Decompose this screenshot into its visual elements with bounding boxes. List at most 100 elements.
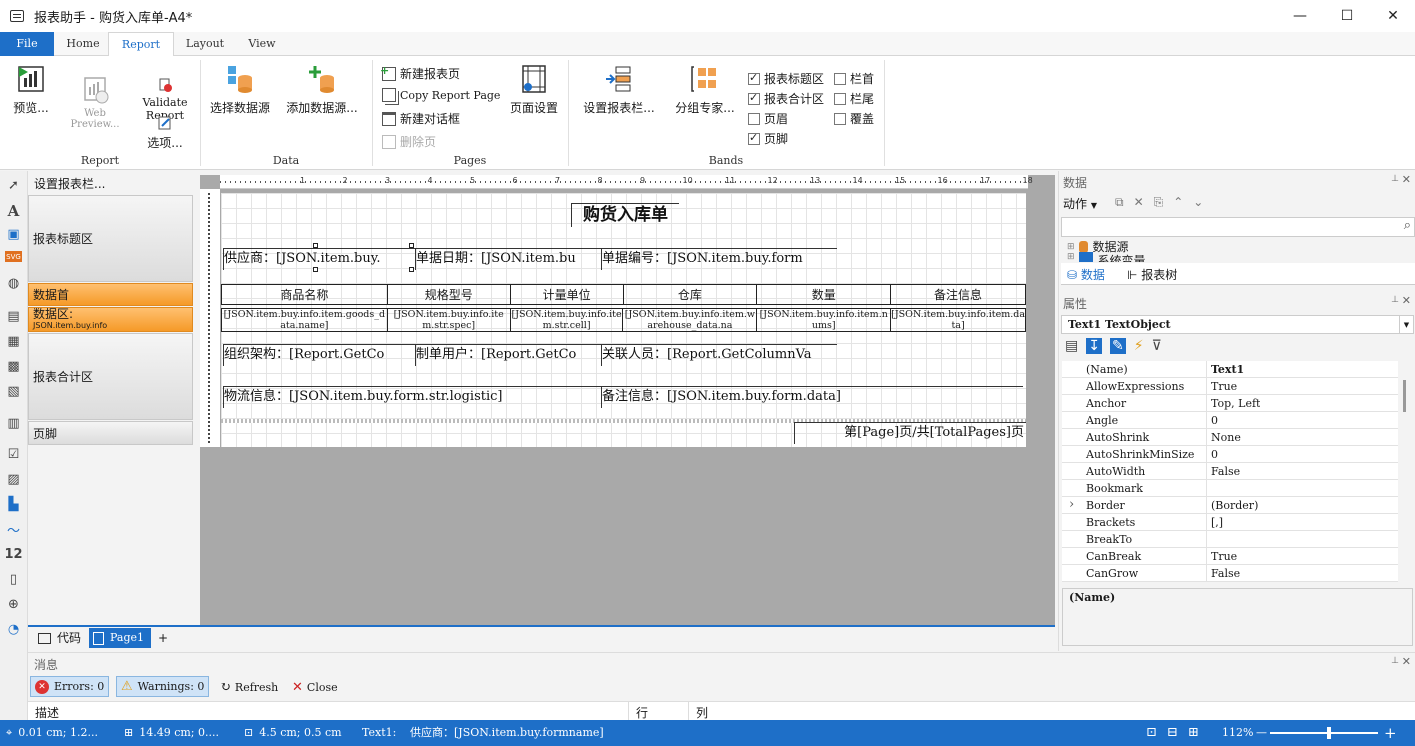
column-header[interactable]: 备注信息 bbox=[890, 284, 1026, 305]
property-value[interactable]: False bbox=[1207, 567, 1240, 580]
new-page-button[interactable]: + 新建报表页 bbox=[380, 64, 460, 82]
tab-data[interactable]: ⛁ 数据 bbox=[1067, 266, 1105, 283]
band-report-summary[interactable]: 报表合计区 bbox=[28, 333, 193, 420]
band-data-header[interactable]: 数据首 bbox=[28, 283, 193, 306]
selection-handle[interactable] bbox=[313, 267, 318, 272]
events-icon[interactable]: ⚡ bbox=[1134, 338, 1144, 354]
expand-icon[interactable]: ⊞ bbox=[1067, 252, 1075, 262]
crosstab-icon[interactable]: ▧ bbox=[5, 383, 22, 400]
tab-report-tree[interactable]: ⊩ 报表树 bbox=[1127, 266, 1177, 283]
column-header-column[interactable]: 列 bbox=[696, 704, 708, 721]
close-messages-button[interactable]: ✕ Close bbox=[292, 677, 338, 697]
tab-layout[interactable]: Layout bbox=[176, 32, 234, 56]
page-number-field[interactable]: 第[Page]页/共[TotalPages]页 bbox=[794, 422, 1026, 444]
property-row[interactable]: CanGrow False bbox=[1062, 564, 1398, 582]
gauge-icon[interactable]: ◔ bbox=[5, 621, 22, 638]
properties-icon[interactable]: ✎ bbox=[1109, 338, 1126, 354]
logistics-field[interactable]: 物流信息：[JSON.item.buy.form.str.logistic] bbox=[223, 386, 601, 408]
column-header[interactable]: 商品名称 bbox=[221, 284, 388, 305]
svg-icon[interactable]: SVG bbox=[5, 251, 22, 262]
property-value[interactable]: [,] bbox=[1207, 516, 1223, 529]
property-value[interactable]: False bbox=[1207, 465, 1240, 478]
zoom-slider[interactable] bbox=[1270, 732, 1378, 734]
supplier-field[interactable]: 供应商：[JSON.item.buy. bbox=[223, 248, 415, 270]
warnings-filter-button[interactable]: ⚠ Warnings: 0 bbox=[116, 676, 210, 697]
property-value[interactable]: True bbox=[1207, 550, 1237, 563]
related-field[interactable]: 关联人员：[Report.GetColumnVa bbox=[601, 344, 837, 366]
zoom-fit-page-icon[interactable]: ⊡ bbox=[1146, 720, 1157, 746]
property-value[interactable]: True bbox=[1207, 380, 1237, 393]
maximize-button[interactable]: ☐ bbox=[1324, 0, 1370, 32]
text-object-icon[interactable]: A bbox=[5, 202, 22, 220]
checkbox-report-title[interactable]: 报表标题区 bbox=[748, 70, 824, 87]
close-icon[interactable]: ✕ bbox=[1402, 173, 1411, 186]
property-value[interactable]: None bbox=[1207, 431, 1241, 444]
column-header[interactable]: 计量单位 bbox=[509, 284, 624, 305]
expand-icon[interactable]: ⊞ bbox=[1067, 242, 1075, 252]
filter-icon[interactable]: ⊽ bbox=[1152, 338, 1162, 354]
data-cell[interactable]: [JSON.item.buy.info.item.str.spec] bbox=[386, 308, 511, 332]
column-header-description[interactable]: 描述 bbox=[35, 704, 59, 721]
data-cell[interactable]: [JSON.item.buy.info.item.goods_data.name… bbox=[221, 308, 388, 332]
tab-code[interactable]: 代码 bbox=[34, 628, 85, 648]
tab-home[interactable]: Home bbox=[56, 32, 110, 56]
shape-icon[interactable]: ◍ bbox=[5, 275, 22, 292]
report-title-text[interactable]: 购货入库单 bbox=[571, 203, 679, 227]
errors-filter-button[interactable]: ✕ Errors: 0 bbox=[30, 676, 110, 697]
chart-icon[interactable]: ▙ bbox=[5, 496, 22, 513]
property-row[interactable]: (Name) Text1 bbox=[1062, 360, 1398, 378]
zoom-out-button[interactable]: — bbox=[1256, 720, 1267, 746]
object-selector[interactable]: Text1 TextObject ▼ bbox=[1061, 315, 1414, 334]
pointer-icon[interactable]: ➚ bbox=[5, 177, 22, 194]
property-row[interactable]: AutoWidth False bbox=[1062, 462, 1398, 480]
delete-page-button[interactable]: 删除页 bbox=[382, 133, 436, 150]
tab-page1[interactable]: Page1 bbox=[89, 628, 151, 648]
chevron-down-icon[interactable]: ▼ bbox=[1399, 316, 1413, 333]
add-datasource-button[interactable]: 添加数据源... bbox=[280, 64, 364, 116]
zoom-fit-width-icon[interactable]: ⊟ bbox=[1167, 720, 1178, 746]
tree-item-system-vars[interactable]: ⊞ 系统变量 bbox=[1067, 252, 1146, 262]
selection-handle[interactable] bbox=[313, 243, 318, 248]
cell-icon[interactable]: ▯ bbox=[5, 571, 22, 588]
band-report-title[interactable]: 报表标题区 bbox=[28, 195, 193, 282]
data-cell[interactable]: [JSON.item.buy.info.item.data] bbox=[890, 308, 1026, 332]
close-icon[interactable]: ✕ bbox=[1402, 655, 1411, 668]
sort-alpha-icon[interactable]: ↧ bbox=[1086, 338, 1102, 354]
report-page[interactable]: 购货入库单 供应商：[JSON.item.buy. 单据日期：[JSON.ite… bbox=[221, 193, 1026, 447]
properties-scrollbar[interactable] bbox=[1403, 380, 1406, 412]
search-icon[interactable]: ⌕ bbox=[1404, 218, 1411, 233]
close-window-button[interactable]: ✕ bbox=[1370, 0, 1415, 32]
band-data[interactable]: 数据区: JSON.item.buy.info bbox=[28, 307, 193, 332]
property-value[interactable]: 0 bbox=[1207, 448, 1218, 461]
minimize-button[interactable]: — bbox=[1277, 0, 1323, 32]
new-dialog-button[interactable]: 新建对话框 bbox=[382, 110, 460, 127]
select-datasource-button[interactable]: 选择数据源 bbox=[206, 64, 274, 116]
configure-bands-button[interactable]: 设置报表栏... bbox=[576, 64, 662, 116]
bands-panel-header[interactable]: 设置报表栏... bbox=[34, 175, 105, 192]
zoom-actual-icon[interactable]: ⊞ bbox=[1188, 720, 1199, 746]
refresh-button[interactable]: ↻ Refresh bbox=[220, 677, 278, 697]
barcode-icon[interactable]: ▥ bbox=[5, 415, 22, 432]
page-setup-button[interactable]: 页面设置 bbox=[506, 64, 562, 116]
property-row[interactable]: › Border (Border) bbox=[1062, 496, 1398, 514]
property-value[interactable]: (Border) bbox=[1207, 499, 1258, 512]
org-field[interactable]: 组织架构：[Report.GetCo bbox=[223, 344, 415, 366]
preview-button[interactable]: 预览... bbox=[8, 64, 54, 116]
data-cell[interactable]: [JSON.item.buy.info.item.warehouse_data.… bbox=[622, 308, 758, 332]
sparkline-icon[interactable]: 〜 bbox=[5, 521, 22, 539]
checkbox-column-footer[interactable]: 栏尾 bbox=[834, 90, 874, 107]
web-preview-button[interactable]: Web Preview... bbox=[62, 64, 128, 141]
checkbox-page-footer[interactable]: 页脚 bbox=[748, 130, 788, 147]
actions-dropdown[interactable]: 动作 ▼ bbox=[1063, 195, 1097, 212]
column-header-row[interactable]: 行 bbox=[636, 704, 648, 721]
add-page-tab-button[interactable]: + bbox=[154, 628, 172, 648]
remarks-field[interactable]: 备注信息：[JSON.item.buy.form.data] bbox=[601, 386, 1023, 408]
map-icon[interactable]: ⊕ bbox=[5, 596, 22, 613]
pin-icon[interactable]: ⊥ bbox=[1391, 295, 1399, 305]
checkbox-overlay[interactable]: 覆盖 bbox=[834, 110, 874, 127]
column-header[interactable]: 数量 bbox=[756, 284, 892, 305]
maker-field[interactable]: 制单用户：[Report.GetCo bbox=[415, 344, 601, 366]
doc-date-field[interactable]: 单据日期：[JSON.item.bu bbox=[415, 248, 601, 270]
column-header[interactable]: 仓库 bbox=[622, 284, 758, 305]
copy-page-button[interactable]: Copy Report Page bbox=[382, 88, 500, 102]
